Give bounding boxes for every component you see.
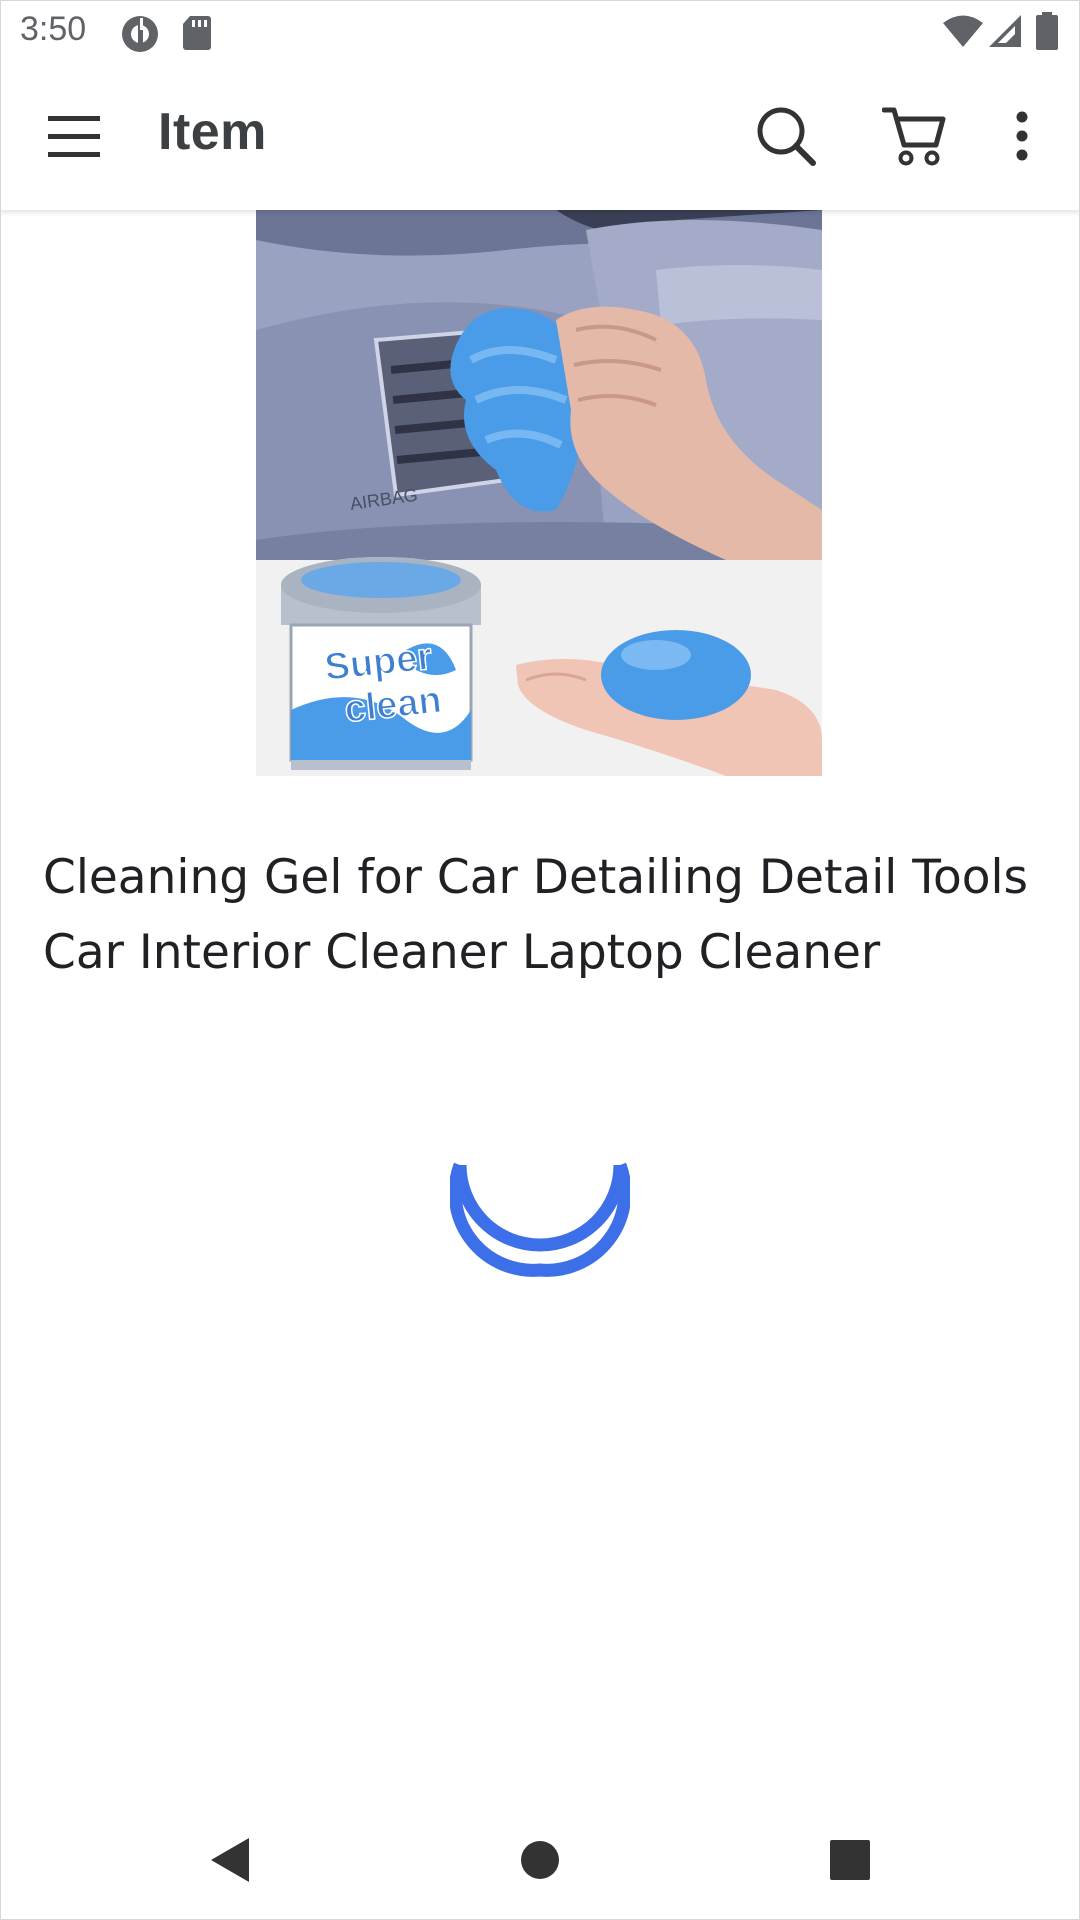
page-title: Item: [158, 103, 267, 161]
overflow-menu-button[interactable]: [990, 94, 1054, 178]
cellular-signal-icon: [988, 14, 1022, 52]
recents-square-icon: [830, 1840, 870, 1880]
loading-spinner: [448, 1145, 632, 1285]
cart-button[interactable]: [872, 94, 956, 178]
home-circle-icon: [521, 1841, 559, 1879]
product-image: AIRBAG Super clean: [256, 210, 822, 776]
battery-icon: [1036, 12, 1058, 54]
back-triangle-icon: [211, 1838, 249, 1882]
product-title: Cleaning Gel for Car Detailing Detail To…: [43, 850, 1029, 980]
menu-button[interactable]: [30, 96, 118, 176]
data-saver-icon: [120, 14, 160, 58]
wifi-icon: [942, 14, 984, 52]
recents-button[interactable]: [810, 1820, 890, 1900]
status-bar: 3:50: [0, 0, 1080, 64]
hamburger-menu-icon: [48, 116, 100, 157]
home-button[interactable]: [500, 1820, 580, 1900]
app-bar: Item: [0, 64, 1080, 210]
more-vert-icon: [1016, 111, 1028, 161]
system-nav-bar: [0, 1800, 1080, 1920]
status-time: 3:50: [20, 10, 87, 48]
search-button[interactable]: [744, 94, 828, 178]
sd-card-icon: [182, 14, 212, 54]
back-button[interactable]: [190, 1820, 270, 1900]
shopping-cart-icon: [882, 107, 946, 166]
search-icon: [757, 107, 816, 166]
